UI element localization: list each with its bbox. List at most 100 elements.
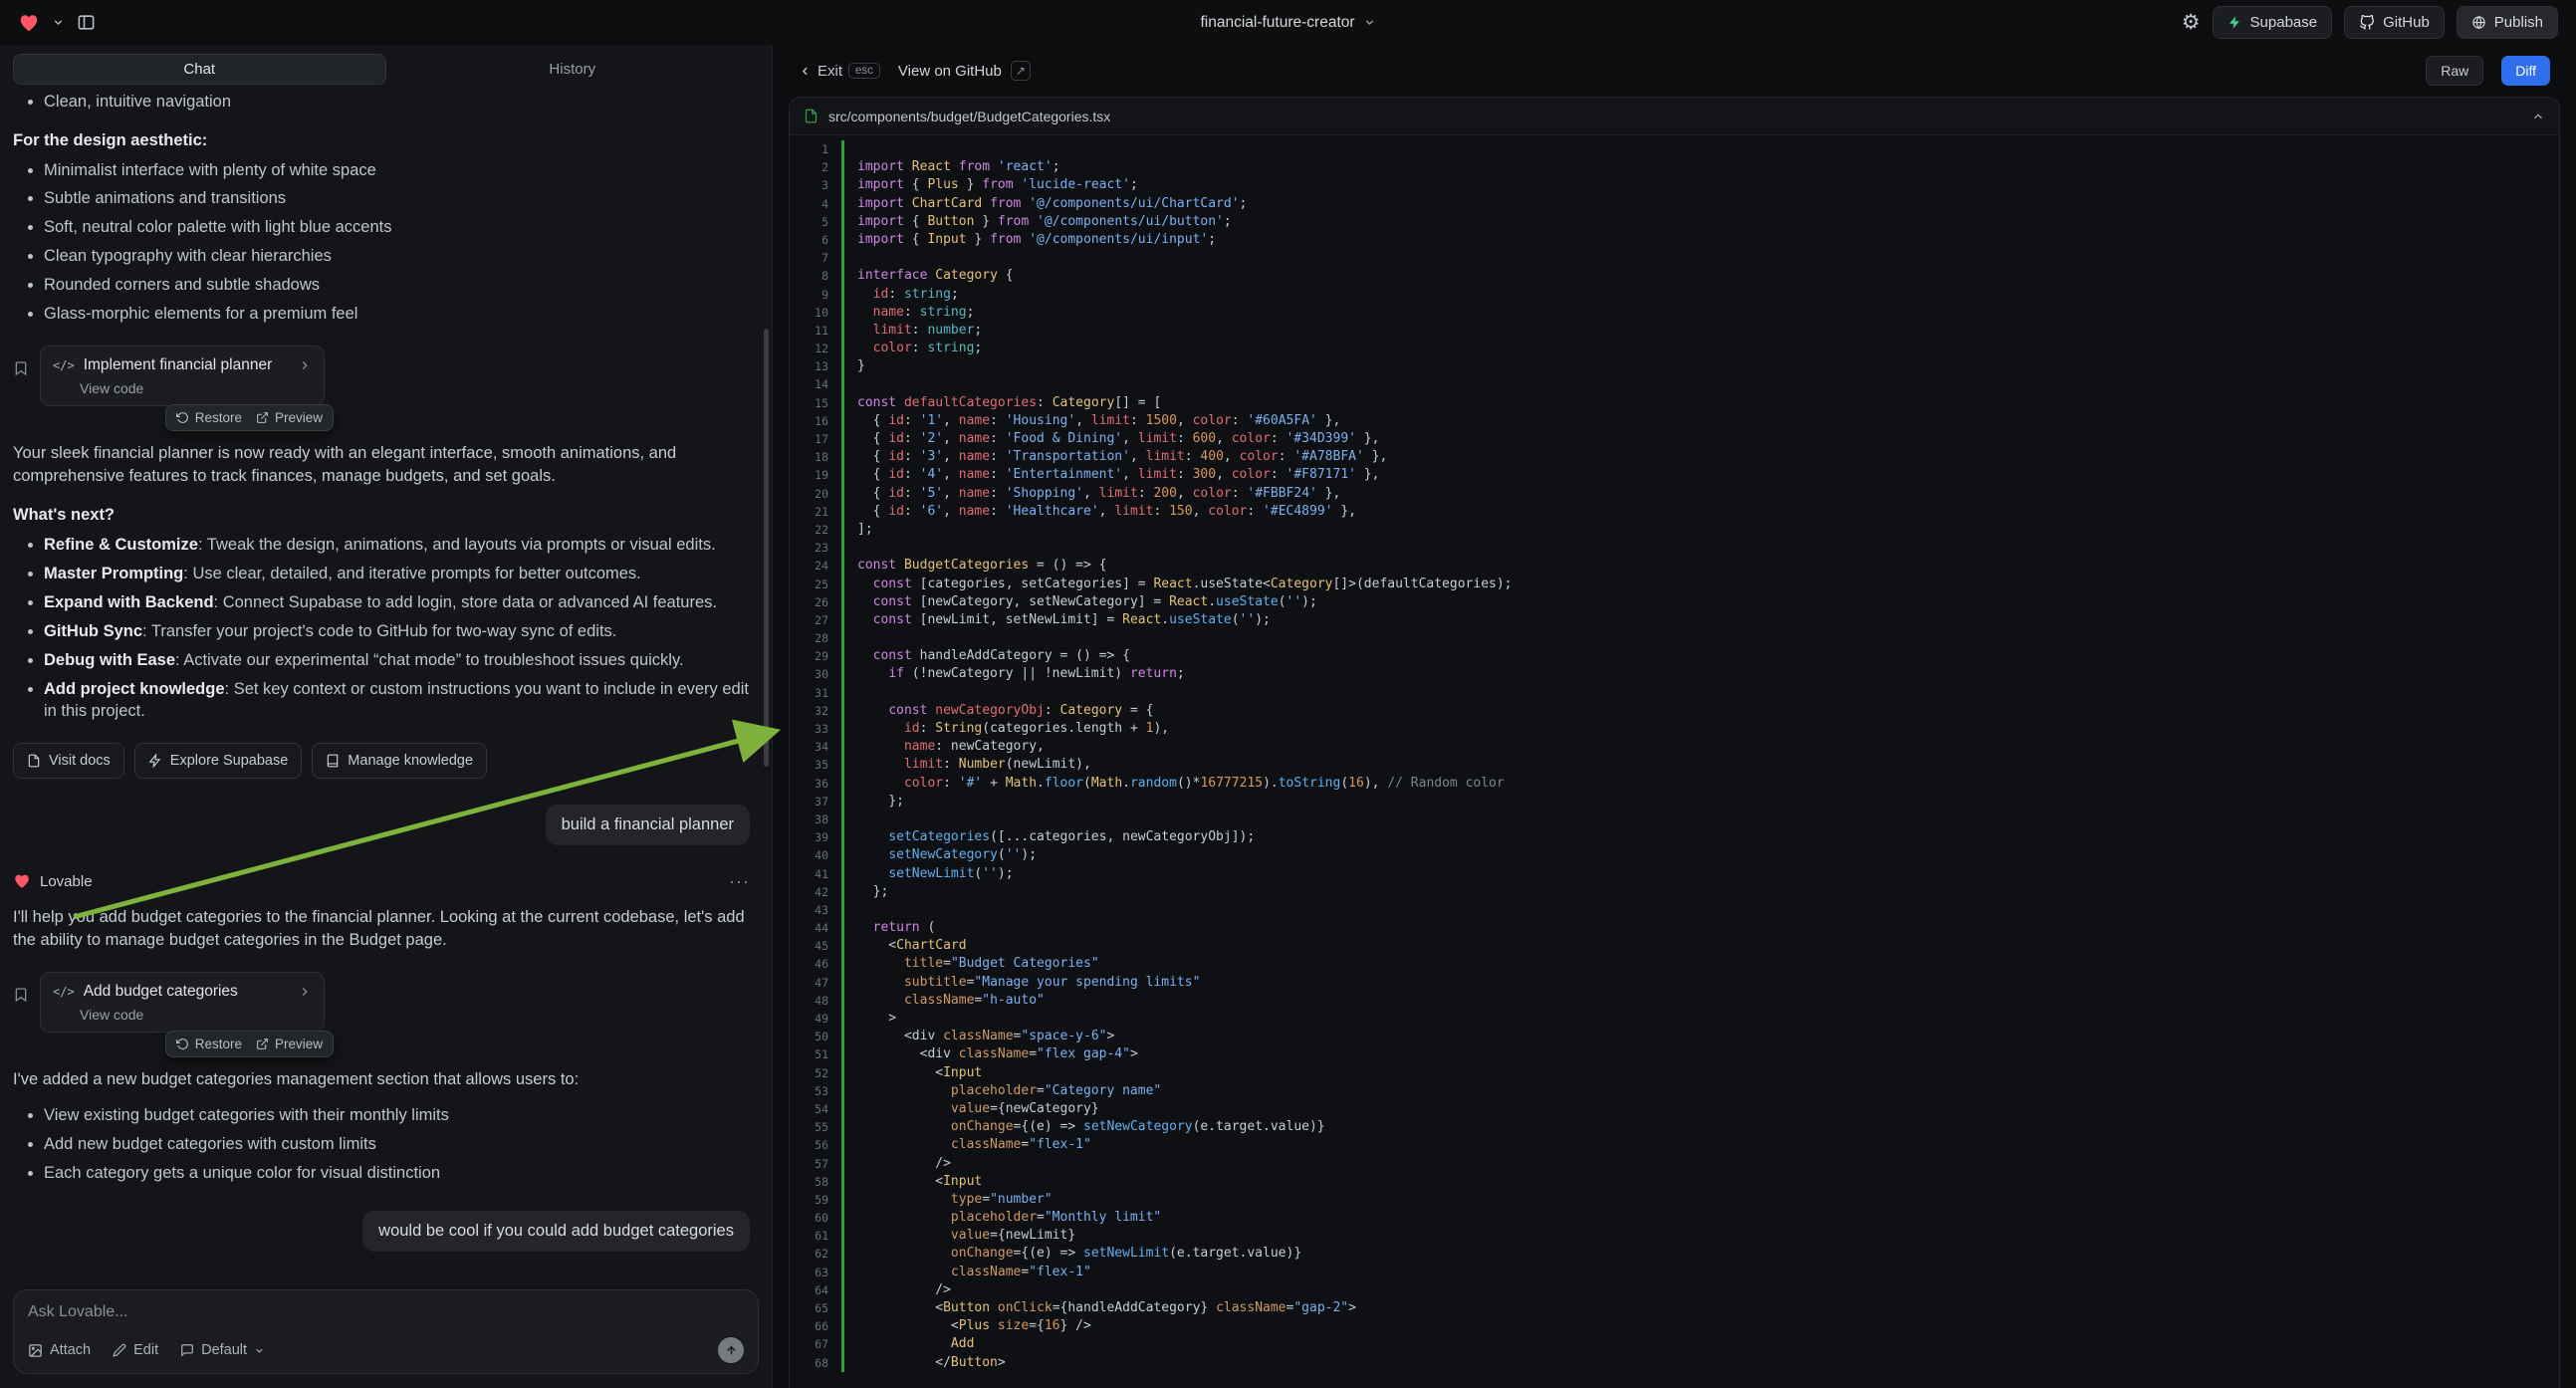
settings-gear-icon[interactable]: ⚙ bbox=[2182, 12, 2201, 33]
code-text: <Button onClick={handleAddCategory} clas… bbox=[841, 1299, 2559, 1317]
code-line: 67 Add bbox=[790, 1335, 2559, 1353]
code-line: 40 setNewCategory(''); bbox=[790, 846, 2559, 864]
collapse-file-button[interactable] bbox=[2531, 110, 2545, 123]
code-line: 57 /> bbox=[790, 1155, 2559, 1173]
raw-button[interactable]: Raw bbox=[2426, 56, 2483, 86]
list-item: Expand with Backend: Connect Supabase to… bbox=[44, 592, 750, 614]
scrollbar-thumb[interactable] bbox=[764, 329, 769, 767]
restore-button[interactable]: Restore bbox=[176, 1037, 242, 1051]
line-number: 10 bbox=[790, 304, 841, 322]
line-number: 45 bbox=[790, 937, 841, 955]
code-text: const newCategoryObj: Category = { bbox=[841, 702, 2559, 720]
code-text: name: newCategory, bbox=[841, 738, 2559, 756]
top-bar: financial-future-creator ⚙ Supabase GitH… bbox=[0, 0, 2576, 45]
tab-history[interactable]: History bbox=[386, 54, 760, 85]
supabase-bolt-icon bbox=[148, 754, 162, 768]
preview-label: Preview bbox=[275, 410, 323, 425]
code-text: id: String(categories.length + 1), bbox=[841, 720, 2559, 738]
code-line: 53 placeholder="Category name" bbox=[790, 1082, 2559, 1100]
line-number: 59 bbox=[790, 1191, 841, 1209]
code-text bbox=[841, 140, 2559, 158]
code-text: setNewCategory(''); bbox=[841, 846, 2559, 864]
line-number: 51 bbox=[790, 1045, 841, 1063]
code-text: import ChartCard from '@/components/ui/C… bbox=[841, 195, 2559, 213]
code-text: className="h-auto" bbox=[841, 992, 2559, 1010]
code-line: 15const defaultCategories: Category[] = … bbox=[790, 394, 2559, 412]
code-line: 47 subtitle="Manage your spending limits… bbox=[790, 974, 2559, 992]
chat-mode-selector[interactable]: Default bbox=[180, 1342, 265, 1358]
code-line: 45 <ChartCard bbox=[790, 937, 2559, 955]
restore-button[interactable]: Restore bbox=[176, 410, 242, 425]
github-label: GitHub bbox=[2383, 14, 2430, 31]
preview-button[interactable]: Preview bbox=[256, 410, 323, 425]
line-number: 4 bbox=[790, 195, 841, 213]
line-number: 21 bbox=[790, 503, 841, 521]
code-text: const [newCategory, setNewCategory] = Re… bbox=[841, 593, 2559, 611]
prompt-input[interactable] bbox=[28, 1303, 744, 1321]
explore-supabase-button[interactable]: Explore Supabase bbox=[134, 743, 303, 779]
more-options-icon[interactable]: ··· bbox=[729, 871, 750, 892]
code-text bbox=[841, 375, 2559, 393]
line-number: 27 bbox=[790, 611, 841, 629]
github-icon bbox=[2359, 15, 2375, 31]
restore-label: Restore bbox=[195, 1037, 242, 1051]
code-text: const BudgetCategories = () => { bbox=[841, 557, 2559, 575]
code-text: }; bbox=[841, 883, 2559, 901]
bookmark-icon[interactable] bbox=[13, 987, 29, 1003]
code-line: 63 className="flex-1" bbox=[790, 1264, 2559, 1281]
visit-docs-button[interactable]: Visit docs bbox=[13, 743, 124, 779]
list-item: Soft, neutral color palette with light b… bbox=[44, 217, 750, 239]
code-line: 7 bbox=[790, 249, 2559, 267]
preview-label: Preview bbox=[275, 1037, 323, 1051]
send-button[interactable] bbox=[718, 1337, 744, 1363]
code-line: 12 color: string; bbox=[790, 340, 2559, 357]
code-line: 14 bbox=[790, 375, 2559, 393]
code-text bbox=[841, 684, 2559, 702]
view-code-link[interactable]: View code bbox=[80, 1007, 312, 1023]
line-number: 61 bbox=[790, 1227, 841, 1245]
code-change-row: </> Implement financial planner View cod… bbox=[13, 346, 750, 406]
line-number: 23 bbox=[790, 539, 841, 557]
code-lines[interactable]: 12import React from 'react';3import { Pl… bbox=[790, 135, 2559, 1388]
tab-chat[interactable]: Chat bbox=[13, 54, 386, 85]
code-line: 54 value={newCategory} bbox=[790, 1100, 2559, 1118]
chat-scroll-area[interactable]: Clean, intuitive navigation For the desi… bbox=[0, 87, 772, 1281]
view-code-link[interactable]: View code bbox=[80, 380, 312, 396]
code-text: type="number" bbox=[841, 1191, 2559, 1209]
user-message-row: would be cool if you could add budget ca… bbox=[13, 1211, 750, 1252]
manage-knowledge-button[interactable]: Manage knowledge bbox=[312, 743, 487, 779]
preview-button[interactable]: Preview bbox=[256, 1037, 323, 1051]
code-text: className="flex-1" bbox=[841, 1264, 2559, 1281]
github-button[interactable]: GitHub bbox=[2344, 6, 2445, 39]
code-line: 18 { id: '3', name: 'Transportation', li… bbox=[790, 448, 2559, 466]
scrolled-list: Clean, intuitive navigation bbox=[13, 92, 750, 114]
attach-button[interactable]: Attach bbox=[28, 1342, 91, 1358]
chevron-down-icon[interactable] bbox=[52, 16, 65, 29]
line-number: 53 bbox=[790, 1082, 841, 1100]
supabase-button[interactable]: Supabase bbox=[2213, 6, 2333, 39]
code-change-card[interactable]: </> Implement financial planner View cod… bbox=[40, 346, 325, 406]
restore-icon bbox=[176, 1038, 189, 1050]
list-item: Add new budget categories with custom li… bbox=[44, 1134, 750, 1156]
bookmark-icon[interactable] bbox=[13, 360, 29, 376]
project-menu[interactable]: financial-future-creator bbox=[1200, 14, 1375, 32]
diff-button[interactable]: Diff bbox=[2501, 56, 2550, 86]
code-line: 36 color: '#' + Math.floor(Math.random()… bbox=[790, 775, 2559, 793]
code-line: 50 <div className="space-y-6"> bbox=[790, 1028, 2559, 1045]
publish-button[interactable]: Publish bbox=[2457, 6, 2558, 39]
lovable-heart-logo[interactable] bbox=[18, 12, 40, 34]
code-text: value={newLimit} bbox=[841, 1227, 2559, 1245]
file-path: src/components/budget/BudgetCategories.t… bbox=[828, 109, 1110, 124]
edit-button[interactable]: Edit bbox=[113, 1342, 158, 1358]
change-hover-toolbar: Restore Preview bbox=[165, 1031, 334, 1057]
code-change-card[interactable]: </> Add budget categories View code bbox=[40, 972, 325, 1033]
sidebar-toggle-icon[interactable] bbox=[77, 13, 96, 32]
line-number: 26 bbox=[790, 593, 841, 611]
file-header[interactable]: src/components/budget/BudgetCategories.t… bbox=[790, 98, 2559, 135]
exit-button[interactable]: Exit esc bbox=[799, 63, 880, 80]
view-on-github-link[interactable]: View on GitHub ↗ bbox=[898, 61, 1031, 81]
quick-actions-row: Visit docs Explore Supabase Manage knowl… bbox=[13, 743, 750, 779]
code-line: 4import ChartCard from '@/components/ui/… bbox=[790, 195, 2559, 213]
code-text: limit: number; bbox=[841, 322, 2559, 340]
code-line: 25 const [categories, setCategories] = R… bbox=[790, 576, 2559, 593]
